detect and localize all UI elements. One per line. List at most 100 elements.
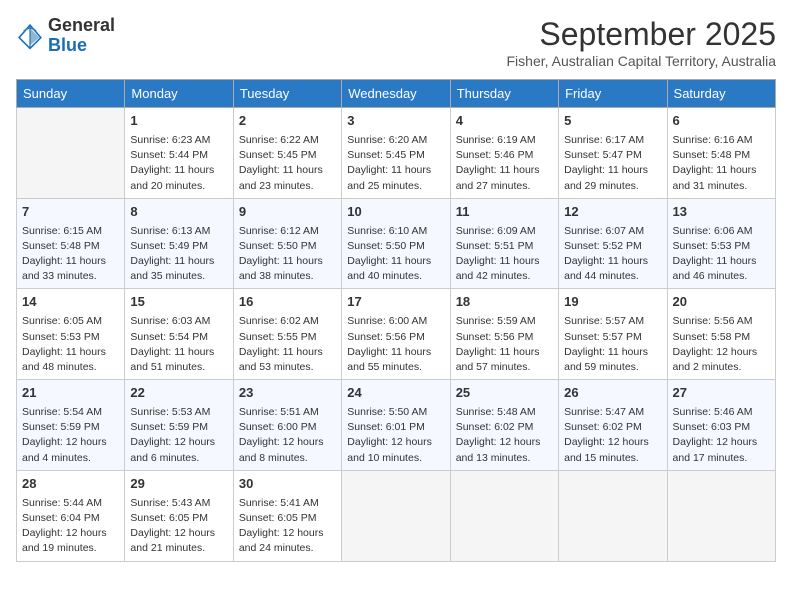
day-number: 19 — [564, 293, 661, 312]
calendar-cell: 24 Sunrise: 5:50 AM Sunset: 6:01 PM Dayli… — [342, 380, 450, 471]
calendar-cell: 22 Sunrise: 5:53 AM Sunset: 5:59 PM Dayli… — [125, 380, 233, 471]
week-row-2: 7 Sunrise: 6:15 AM Sunset: 5:48 PM Daylig… — [17, 198, 776, 289]
header-row: SundayMondayTuesdayWednesdayThursdayFrid… — [17, 80, 776, 108]
calendar-cell: 19 Sunrise: 5:57 AM Sunset: 5:57 PM Dayli… — [559, 289, 667, 380]
day-number: 29 — [130, 475, 227, 494]
page-header: General Blue September 2025 Fisher, Aust… — [16, 16, 776, 69]
calendar-cell: 2 Sunrise: 6:22 AM Sunset: 5:45 PM Daylig… — [233, 108, 341, 199]
logo-text: General Blue — [48, 16, 115, 56]
week-row-3: 14 Sunrise: 6:05 AM Sunset: 5:53 PM Dayli… — [17, 289, 776, 380]
day-number: 10 — [347, 203, 444, 222]
day-number: 12 — [564, 203, 661, 222]
day-number: 21 — [22, 384, 119, 403]
day-number: 14 — [22, 293, 119, 312]
calendar-cell: 5 Sunrise: 6:17 AM Sunset: 5:47 PM Daylig… — [559, 108, 667, 199]
day-info: Sunrise: 6:02 AM Sunset: 5:55 PM Dayligh… — [239, 314, 336, 375]
day-info: Sunrise: 5:41 AM Sunset: 6:05 PM Dayligh… — [239, 496, 336, 557]
day-number: 3 — [347, 112, 444, 131]
day-info: Sunrise: 5:57 AM Sunset: 5:57 PM Dayligh… — [564, 314, 661, 375]
day-number: 5 — [564, 112, 661, 131]
day-number: 23 — [239, 384, 336, 403]
day-number: 9 — [239, 203, 336, 222]
day-number: 8 — [130, 203, 227, 222]
calendar-cell: 17 Sunrise: 6:00 AM Sunset: 5:56 PM Dayli… — [342, 289, 450, 380]
calendar-cell: 13 Sunrise: 6:06 AM Sunset: 5:53 PM Dayli… — [667, 198, 775, 289]
day-info: Sunrise: 6:05 AM Sunset: 5:53 PM Dayligh… — [22, 314, 119, 375]
day-info: Sunrise: 5:51 AM Sunset: 6:00 PM Dayligh… — [239, 405, 336, 466]
logo-icon — [16, 22, 44, 50]
calendar-cell: 1Sunrise: 6:23 AM Sunset: 5:44 PM Daylig… — [125, 108, 233, 199]
day-info: Sunrise: 6:06 AM Sunset: 5:53 PM Dayligh… — [673, 224, 770, 285]
day-number: 26 — [564, 384, 661, 403]
col-header-wednesday: Wednesday — [342, 80, 450, 108]
day-info: Sunrise: 5:59 AM Sunset: 5:56 PM Dayligh… — [456, 314, 553, 375]
location-subtitle: Fisher, Australian Capital Territory, Au… — [507, 53, 777, 69]
day-number: 13 — [673, 203, 770, 222]
calendar-cell: 20 Sunrise: 5:56 AM Sunset: 5:58 PM Dayli… — [667, 289, 775, 380]
calendar-cell: 4Sunrise: 6:19 AM Sunset: 5:46 PM Daylig… — [450, 108, 558, 199]
day-number: 2 — [239, 112, 336, 131]
day-info: Sunrise: 6:07 AM Sunset: 5:52 PM Dayligh… — [564, 224, 661, 285]
day-info: Sunrise: 5:53 AM Sunset: 5:59 PM Dayligh… — [130, 405, 227, 466]
calendar-cell: 21 Sunrise: 5:54 AM Sunset: 5:59 PM Dayli… — [17, 380, 125, 471]
day-number: 30 — [239, 475, 336, 494]
day-info: Sunrise: 6:00 AM Sunset: 5:56 PM Dayligh… — [347, 314, 444, 375]
day-number: 24 — [347, 384, 444, 403]
day-number: 27 — [673, 384, 770, 403]
calendar-cell: 7 Sunrise: 6:15 AM Sunset: 5:48 PM Daylig… — [17, 198, 125, 289]
day-info: Sunrise: 5:43 AM Sunset: 6:05 PM Dayligh… — [130, 496, 227, 557]
day-number: 20 — [673, 293, 770, 312]
col-header-friday: Friday — [559, 80, 667, 108]
day-number: 7 — [22, 203, 119, 222]
week-row-5: 28Sunrise: 5:44 AM Sunset: 6:04 PM Dayli… — [17, 470, 776, 561]
calendar-cell: 18 Sunrise: 5:59 AM Sunset: 5:56 PM Dayli… — [450, 289, 558, 380]
title-block: September 2025 Fisher, Australian Capita… — [507, 16, 777, 69]
calendar-table: SundayMondayTuesdayWednesdayThursdayFrid… — [16, 79, 776, 562]
day-info: Sunrise: 6:03 AM Sunset: 5:54 PM Dayligh… — [130, 314, 227, 375]
calendar-cell: 26Sunrise: 5:47 AM Sunset: 6:02 PM Dayli… — [559, 380, 667, 471]
calendar-cell: 15Sunrise: 6:03 AM Sunset: 5:54 PM Dayli… — [125, 289, 233, 380]
week-row-4: 21 Sunrise: 5:54 AM Sunset: 5:59 PM Dayli… — [17, 380, 776, 471]
day-info: Sunrise: 5:46 AM Sunset: 6:03 PM Dayligh… — [673, 405, 770, 466]
calendar-cell: 30 Sunrise: 5:41 AM Sunset: 6:05 PM Dayli… — [233, 470, 341, 561]
day-info: Sunrise: 6:09 AM Sunset: 5:51 PM Dayligh… — [456, 224, 553, 285]
calendar-cell: 6Sunrise: 6:16 AM Sunset: 5:48 PM Daylig… — [667, 108, 775, 199]
col-header-thursday: Thursday — [450, 80, 558, 108]
day-number: 17 — [347, 293, 444, 312]
day-number: 18 — [456, 293, 553, 312]
day-number: 11 — [456, 203, 553, 222]
col-header-saturday: Saturday — [667, 80, 775, 108]
calendar-cell: 29 Sunrise: 5:43 AM Sunset: 6:05 PM Dayli… — [125, 470, 233, 561]
calendar-cell: 16Sunrise: 6:02 AM Sunset: 5:55 PM Dayli… — [233, 289, 341, 380]
day-info: Sunrise: 6:13 AM Sunset: 5:49 PM Dayligh… — [130, 224, 227, 285]
week-row-1: 1Sunrise: 6:23 AM Sunset: 5:44 PM Daylig… — [17, 108, 776, 199]
day-info: Sunrise: 6:22 AM Sunset: 5:45 PM Dayligh… — [239, 133, 336, 194]
day-info: Sunrise: 6:15 AM Sunset: 5:48 PM Dayligh… — [22, 224, 119, 285]
day-info: Sunrise: 5:44 AM Sunset: 6:04 PM Dayligh… — [22, 496, 119, 557]
day-info: Sunrise: 6:17 AM Sunset: 5:47 PM Dayligh… — [564, 133, 661, 194]
calendar-cell: 25Sunrise: 5:48 AM Sunset: 6:02 PM Dayli… — [450, 380, 558, 471]
calendar-cell — [667, 470, 775, 561]
calendar-cell: 12 Sunrise: 6:07 AM Sunset: 5:52 PM Dayli… — [559, 198, 667, 289]
day-info: Sunrise: 5:56 AM Sunset: 5:58 PM Dayligh… — [673, 314, 770, 375]
day-info: Sunrise: 6:16 AM Sunset: 5:48 PM Dayligh… — [673, 133, 770, 194]
logo: General Blue — [16, 16, 115, 56]
calendar-cell: 8 Sunrise: 6:13 AM Sunset: 5:49 PM Daylig… — [125, 198, 233, 289]
calendar-cell: 14 Sunrise: 6:05 AM Sunset: 5:53 PM Dayli… — [17, 289, 125, 380]
col-header-tuesday: Tuesday — [233, 80, 341, 108]
day-info: Sunrise: 5:54 AM Sunset: 5:59 PM Dayligh… — [22, 405, 119, 466]
day-info: Sunrise: 6:20 AM Sunset: 5:45 PM Dayligh… — [347, 133, 444, 194]
col-header-monday: Monday — [125, 80, 233, 108]
calendar-cell — [17, 108, 125, 199]
calendar-cell — [559, 470, 667, 561]
calendar-cell: 27 Sunrise: 5:46 AM Sunset: 6:03 PM Dayli… — [667, 380, 775, 471]
day-number: 4 — [456, 112, 553, 131]
day-info: Sunrise: 5:50 AM Sunset: 6:01 PM Dayligh… — [347, 405, 444, 466]
day-number: 22 — [130, 384, 227, 403]
day-info: Sunrise: 6:10 AM Sunset: 5:50 PM Dayligh… — [347, 224, 444, 285]
day-info: Sunrise: 5:48 AM Sunset: 6:02 PM Dayligh… — [456, 405, 553, 466]
calendar-cell — [450, 470, 558, 561]
month-title: September 2025 — [507, 16, 777, 53]
col-header-sunday: Sunday — [17, 80, 125, 108]
day-info: Sunrise: 6:12 AM Sunset: 5:50 PM Dayligh… — [239, 224, 336, 285]
